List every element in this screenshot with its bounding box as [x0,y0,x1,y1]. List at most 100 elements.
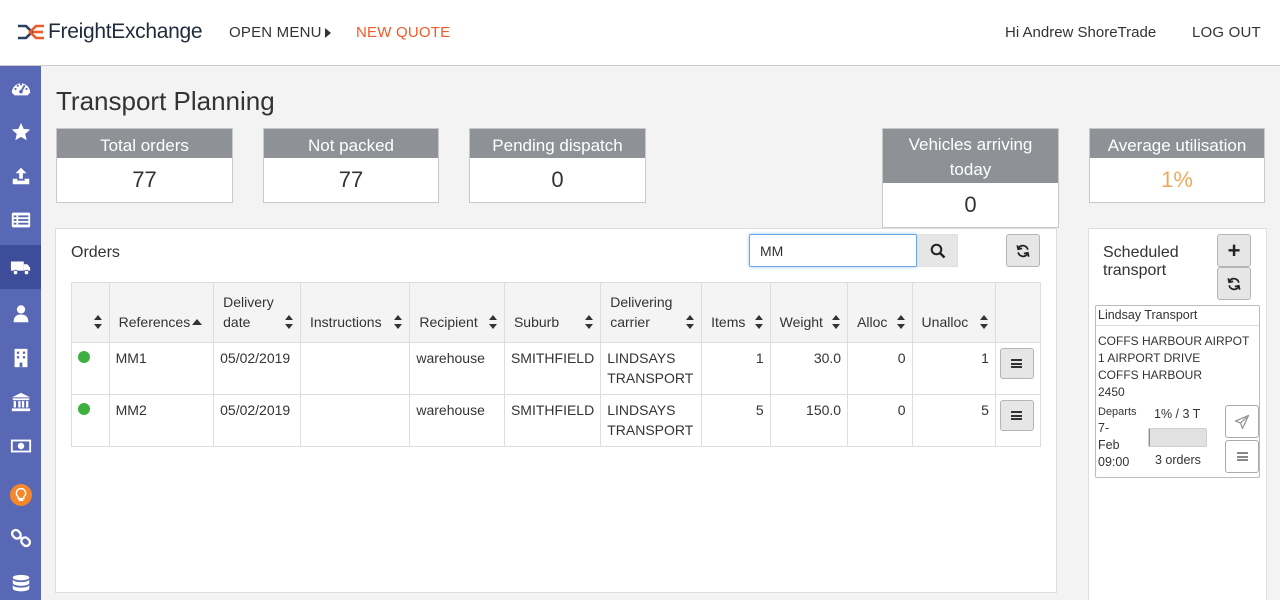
sidebar-item-list[interactable] [0,198,41,242]
orders-table: References Delivery date Instructions Re… [71,282,1042,447]
column-label: Weight [779,314,823,330]
column-label: Suburb [513,314,560,330]
star-icon [11,122,30,141]
refresh-icon [1016,244,1030,257]
dashboard-icon [11,83,30,96]
paper-plane-icon [1234,414,1250,429]
stat-label: Average utilisation [1090,129,1264,158]
column-header-suburb[interactable]: Suburb [503,282,602,343]
freightexchange-logo[interactable]: FreightExchange [16,20,203,44]
link-icon [10,528,31,548]
column-label: Items [711,314,746,330]
stat-pending-dispatch: Pending dispatch 0 [469,128,646,203]
reference-cell[interactable]: MM2 [108,394,215,447]
transport-menu-button[interactable] [1225,440,1259,473]
lightbulb-icon [9,484,32,506]
items-cell: 5 [701,394,771,447]
list-icon [11,212,30,228]
sidebar-item-dashboard[interactable] [0,66,41,110]
sort-icon [896,315,905,329]
add-transport-button[interactable]: + [1217,234,1251,267]
actions-cell [994,394,1042,447]
row-menu-button[interactable] [999,348,1034,379]
orders-search-input[interactable] [749,234,917,267]
transport-address: COFFS HARBOUR AIRPOT 1 AIRPORT DRIVE COF… [1096,326,1259,401]
instructions-cell [299,394,411,447]
column-header-recipient[interactable]: Recipient [409,282,505,343]
column-header-unalloc[interactable]: Unalloc [911,282,996,343]
sidebar-item-upload[interactable] [0,154,41,198]
departs-month: Feb [1098,438,1120,452]
weight-cell: 30.0 [769,342,849,395]
table-header-row: References Delivery date Instructions Re… [71,282,1042,343]
stat-label: Vehicles arriving today [883,129,1058,183]
stat-vehicles-arriving: Vehicles arriving today 0 [882,128,1059,228]
page-title: Transport Planning [56,86,275,116]
sort-icon [585,315,594,329]
table-row[interactable]: MM1 05/02/2019 warehouse SMITHFIELD LIND… [71,342,1042,395]
reference-cell[interactable]: MM1 [108,342,215,395]
stat-not-packed: Not packed 77 [263,128,439,203]
row-menu-button[interactable] [999,400,1034,431]
column-label: Delivery date [223,294,274,330]
stat-label: Not packed [264,129,438,158]
new-quote-link[interactable]: NEW QUOTE [356,24,450,41]
sidebar-item-ideas[interactable] [0,473,41,517]
stat-value: 1% [1161,167,1193,192]
column-header-status[interactable] [71,282,110,343]
column-label: Recipient [419,314,478,330]
sidebar-item-data[interactable] [0,562,41,600]
sort-ascending-icon [192,319,203,325]
column-header-actions [994,282,1042,343]
sidebar-item-billing[interactable] [0,424,41,468]
scheduled-refresh-button[interactable] [1217,267,1251,300]
sidebar [0,66,41,600]
departs-datetime: 7- Feb 09:00 [1098,420,1129,471]
status-dot-icon [78,351,90,363]
sidebar-item-favourites[interactable] [0,110,41,154]
user-greeting[interactable]: Hi Andrew ShoreTrade [1005,24,1156,41]
stat-value: 77 [132,167,157,192]
utilisation-bar-fill [1149,429,1150,446]
bank-icon [11,392,30,412]
status-cell [71,394,110,447]
alloc-cell: 0 [847,342,913,395]
sidebar-item-integrations[interactable] [0,516,41,560]
logout-link[interactable]: LOG OUT [1192,24,1261,41]
column-label: Delivering carrier [610,294,673,330]
dispatch-button[interactable] [1225,405,1259,438]
suburb-cell: SMITHFIELD [503,394,602,447]
column-header-references[interactable]: References [108,282,215,343]
column-header-delivering-carrier[interactable]: Delivering carrier [600,282,703,343]
column-header-items[interactable]: Items [701,282,771,343]
stat-total-orders: Total orders 77 [56,128,233,203]
plus-icon: + [1227,237,1241,263]
address-line: 1 AIRPORT DRIVE [1098,351,1201,365]
orders-title: Orders [71,244,120,261]
sidebar-item-transport[interactable] [0,245,41,289]
utilisation-bar [1148,428,1207,447]
sort-icon [754,315,763,329]
column-header-alloc[interactable]: Alloc [847,282,913,343]
sort-icon [832,315,841,329]
stat-label: Pending dispatch [470,129,645,158]
user-icon [13,305,28,323]
stat-label: Total orders [57,129,232,158]
orders-refresh-button[interactable] [1006,234,1040,267]
top-bar: FreightExchange OPEN MENU NEW QUOTE Hi A… [0,0,1280,66]
stat-value: 0 [551,167,564,192]
open-menu-button[interactable]: OPEN MENU [229,24,331,41]
column-header-weight[interactable]: Weight [769,282,849,343]
table-row[interactable]: MM2 05/02/2019 warehouse SMITHFIELD LIND… [71,394,1042,447]
address-line: COFFS HARBOUR AIRPOT [1098,334,1250,348]
column-header-instructions[interactable]: Instructions [299,282,411,343]
transport-card[interactable]: Lindsay Transport COFFS HARBOUR AIRPOT 1… [1095,305,1260,478]
sidebar-item-users[interactable] [0,292,41,336]
logo-mark-icon [18,24,44,40]
status-cell [71,342,110,395]
search-button[interactable] [917,234,958,267]
column-header-delivery-date[interactable]: Delivery date [213,282,301,343]
menu-icon [1011,411,1023,420]
sidebar-item-company[interactable] [0,336,41,380]
sidebar-item-bank[interactable] [0,380,41,424]
